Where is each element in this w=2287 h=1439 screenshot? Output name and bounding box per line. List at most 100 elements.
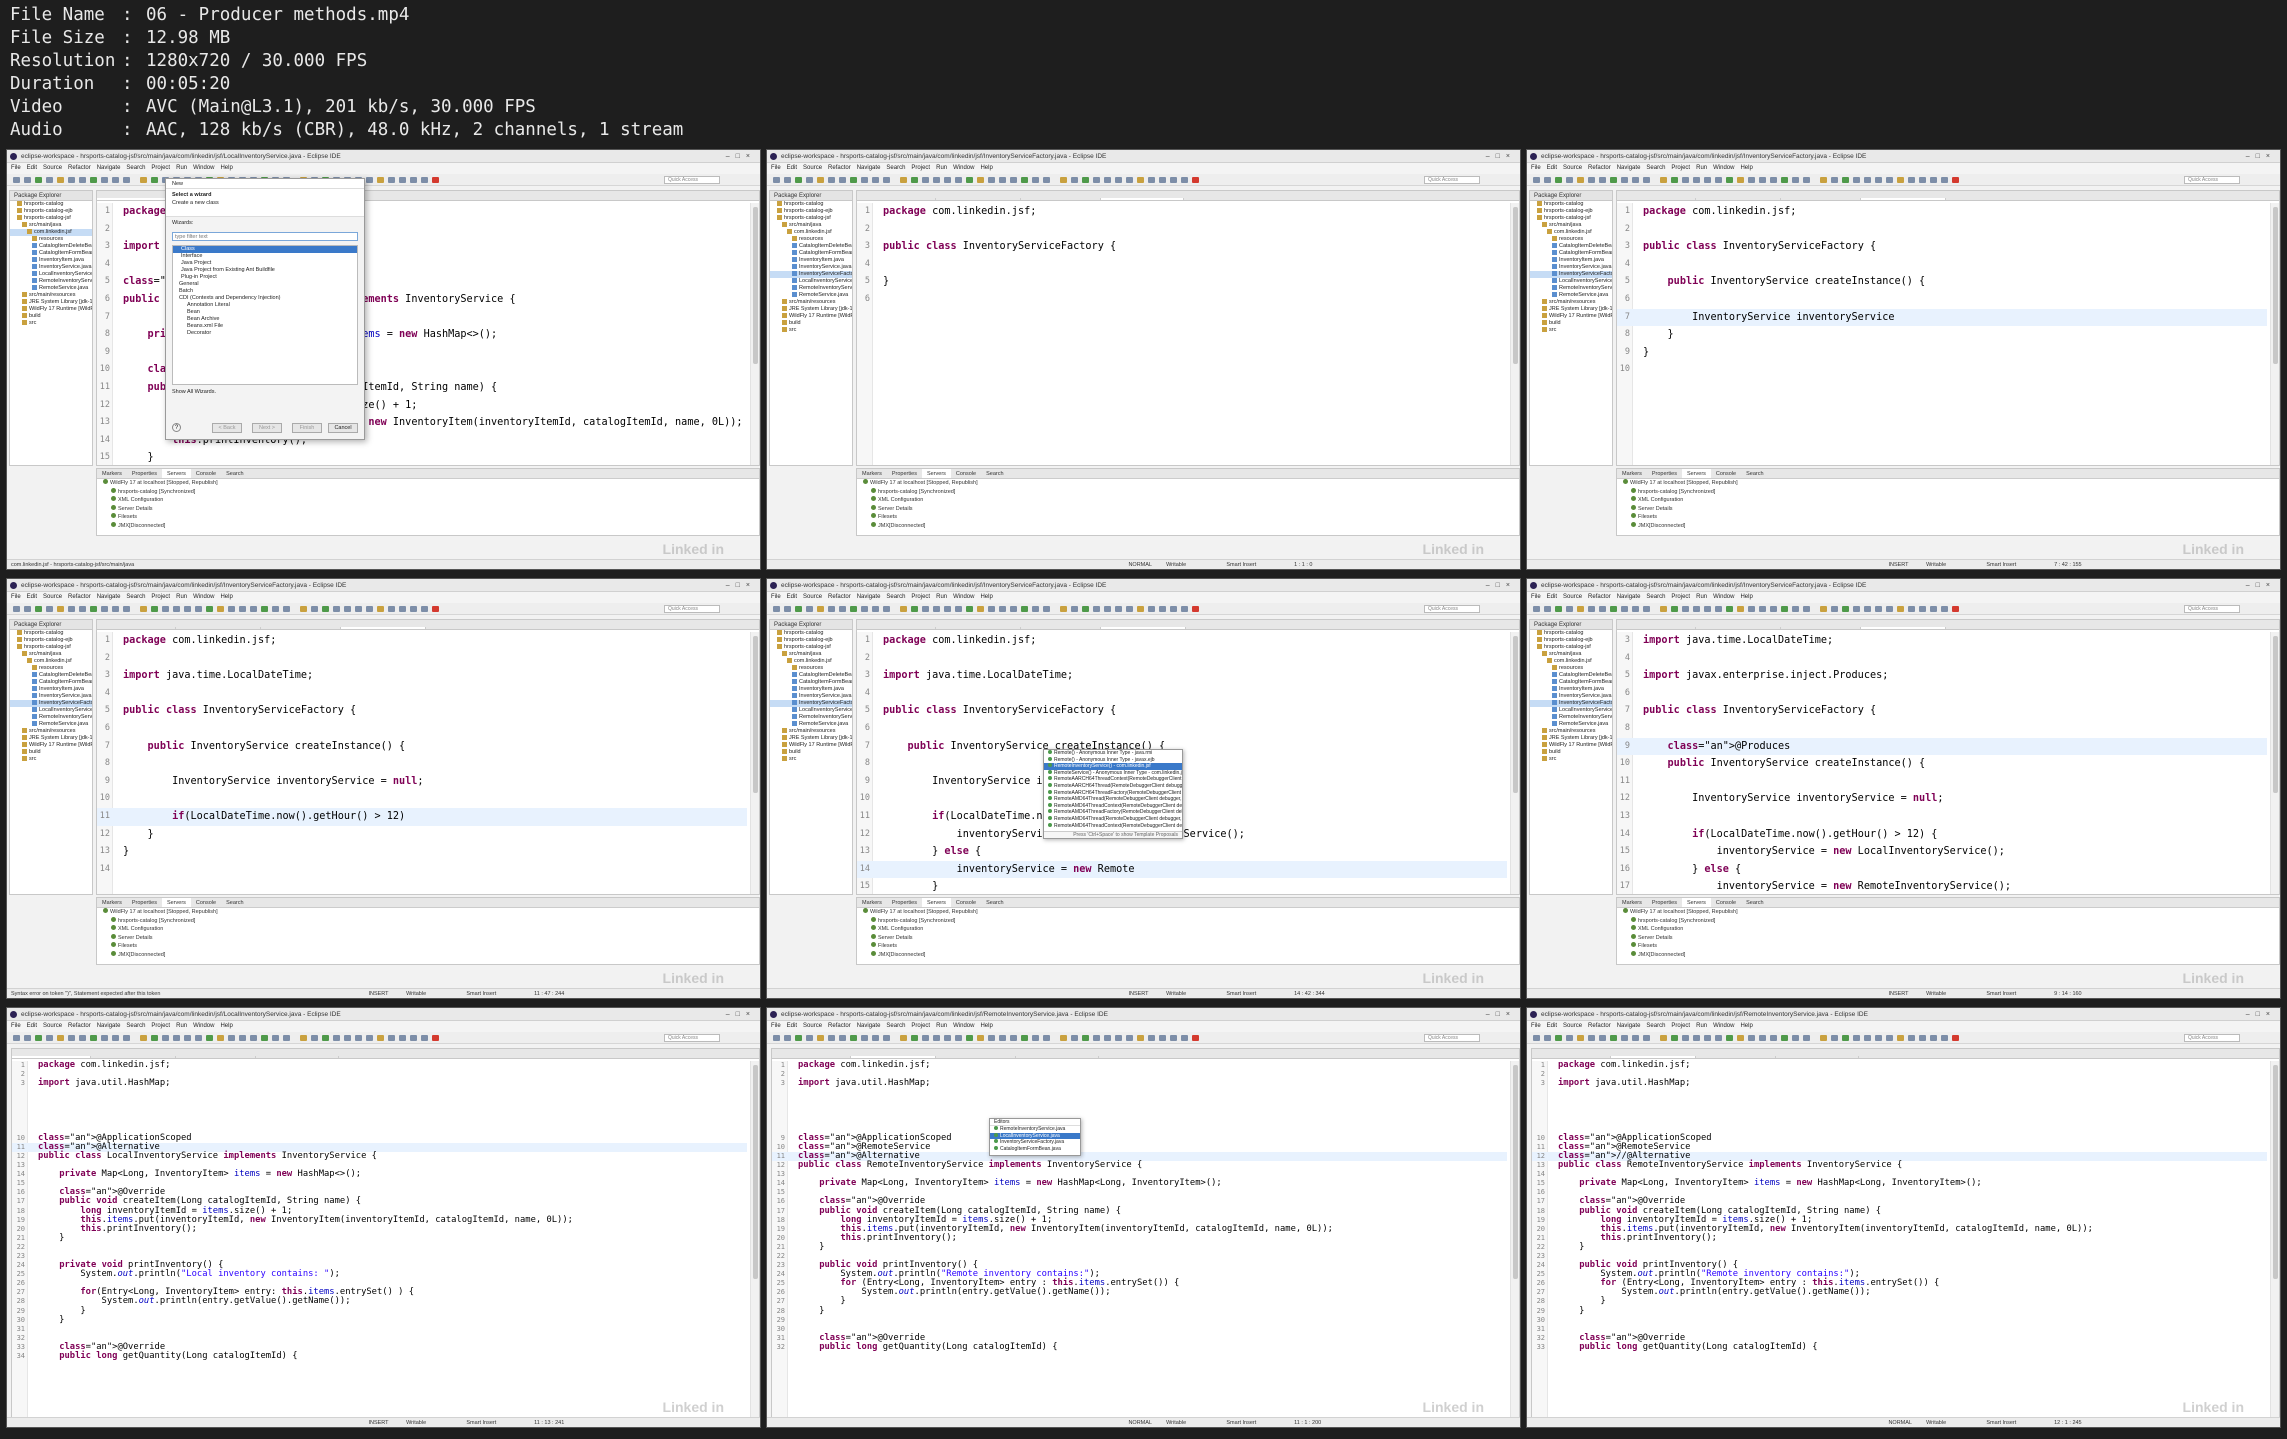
toolbar-icon[interactable] (90, 1035, 97, 1041)
toolbar-icon[interactable] (206, 606, 213, 612)
menu-item-navigate[interactable]: Navigate (97, 165, 121, 171)
toolbar-icon[interactable] (828, 606, 835, 612)
toolbar-icon[interactable] (1792, 177, 1799, 183)
panel-tab-console[interactable]: Console (191, 898, 221, 907)
toolbar-icon[interactable] (773, 606, 780, 612)
toolbar-icon[interactable] (1671, 177, 1678, 183)
toolbar-icon[interactable] (900, 177, 907, 183)
completion-proposal[interactable]: Remote() - Anonymous Inner Type - javax.… (1044, 757, 1182, 764)
toolbar-icon[interactable] (1803, 606, 1810, 612)
menu-item-navigate[interactable]: Navigate (1617, 1023, 1641, 1029)
menu-item-edit[interactable]: Edit (1547, 165, 1557, 171)
toolbar-icon[interactable] (1853, 177, 1860, 183)
toolbar-icon[interactable] (1588, 177, 1595, 183)
toolbar-icon[interactable] (1021, 177, 1028, 183)
scrollbar-thumb[interactable] (1513, 1065, 1518, 1279)
explorer-tree-item[interactable]: src/main/resources (10, 728, 92, 735)
explorer-tree-item[interactable]: RemoteInventoryService.java (1530, 714, 1612, 721)
toolbar-icon[interactable] (68, 606, 75, 612)
toolbar-icon[interactable] (988, 177, 995, 183)
toolbar-icon[interactable] (1071, 1035, 1078, 1041)
toolbar-icon[interactable] (1831, 1035, 1838, 1041)
editor-scrollbar[interactable] (2270, 1061, 2279, 1417)
editor-tab[interactable]: InventoryServiceFactory.java (1776, 1056, 1860, 1058)
toolbar-icon[interactable] (195, 1035, 202, 1041)
menu-item-edit[interactable]: Edit (27, 165, 37, 171)
toolbar-icon[interactable] (13, 177, 20, 183)
scrollbar-thumb[interactable] (2273, 207, 2278, 365)
toolbar-icon[interactable] (966, 606, 973, 612)
menu-item-file[interactable]: File (771, 594, 781, 600)
menu-item-project[interactable]: Project (151, 594, 170, 600)
toolbar-icon[interactable] (300, 606, 307, 612)
panel-tab-console[interactable]: Console (191, 469, 221, 478)
explorer-tree-item[interactable]: JRE System Library [jdk-11.0.4] (10, 735, 92, 742)
toolbar-icon[interactable] (1781, 606, 1788, 612)
toolbar-icon[interactable] (217, 1035, 224, 1041)
editor-tab[interactable]: LocalInventoryService.java (857, 627, 936, 629)
toolbar-icon[interactable] (1533, 1035, 1540, 1041)
toolbar-icon[interactable] (195, 606, 202, 612)
server-tree-item[interactable]: Filesets (97, 942, 759, 951)
explorer-tree-item[interactable]: com.linkedin.jsf (10, 229, 92, 236)
explorer-tree-item[interactable]: RemoteInventoryService.java (770, 714, 852, 721)
toolbar-icon[interactable] (366, 606, 373, 612)
toolbar-icon[interactable] (1032, 1035, 1039, 1041)
toolbar-icon[interactable] (1748, 1035, 1755, 1041)
menu-item-help[interactable]: Help (1740, 594, 1752, 600)
toolbar-icon[interactable] (1577, 606, 1584, 612)
toolbar-icon[interactable] (1770, 606, 1777, 612)
explorer-tree-item[interactable]: CatalogItemDeleteBean.java (1530, 672, 1612, 679)
menu-item-source[interactable]: Source (43, 594, 62, 600)
toolbar-icon[interactable] (1941, 1035, 1948, 1041)
toolbar-icon[interactable] (1599, 606, 1606, 612)
toolbar-icon[interactable] (1886, 177, 1893, 183)
editor-tab[interactable]: CatalogItemFormBean.java (1021, 627, 1101, 629)
panel-tab-markers[interactable]: Markers (1617, 898, 1647, 907)
toolbar-icon[interactable] (399, 177, 406, 183)
toolbar-icon[interactable] (1875, 606, 1882, 612)
menu-item-window[interactable]: Window (953, 594, 974, 600)
toolbar-icon[interactable] (944, 1035, 951, 1041)
toolbar-icon[interactable] (1864, 177, 1871, 183)
completion-proposal[interactable]: RemoteAARCH64Thread(RemoteDebuggerClient… (1044, 783, 1182, 790)
toolbar-icon[interactable] (1886, 606, 1893, 612)
toolbar-icon[interactable] (1897, 606, 1904, 612)
menu-item-search[interactable]: Search (126, 594, 145, 600)
menu-item-edit[interactable]: Edit (787, 594, 797, 600)
toolbar-icon[interactable] (1621, 606, 1628, 612)
toolbar-icon[interactable] (1043, 606, 1050, 612)
explorer-tree-item[interactable]: CatalogItemFormBean.java (10, 679, 92, 686)
toolbar-icon[interactable] (1715, 177, 1722, 183)
toolbar-icon[interactable] (1159, 177, 1166, 183)
toolbar-icon[interactable] (35, 177, 42, 183)
toolbar-icon[interactable] (1875, 177, 1882, 183)
menu-item-refactor[interactable]: Refactor (828, 1023, 851, 1029)
wizard-list-item[interactable]: CDI (Contexts and Dependency Injection) (173, 295, 357, 302)
panel-tab-search[interactable]: Search (1741, 898, 1768, 907)
explorer-tree-item[interactable]: CatalogItemFormBean.java (10, 250, 92, 257)
toolbar-icon[interactable] (1660, 1035, 1667, 1041)
toolbar-icon[interactable] (1632, 606, 1639, 612)
toolbar-icon[interactable] (911, 177, 918, 183)
toolbar-icon[interactable] (1726, 177, 1733, 183)
toolbar-icon[interactable] (1192, 177, 1199, 183)
window-controls[interactable]: –□× (726, 579, 756, 591)
menu-item-refactor[interactable]: Refactor (828, 594, 851, 600)
menu-item-edit[interactable]: Edit (27, 594, 37, 600)
toolbar-icon[interactable] (1610, 606, 1617, 612)
explorer-tree-item[interactable]: CatalogItemDeleteBean.java (770, 243, 852, 250)
toolbar-icon[interactable] (1032, 606, 1039, 612)
toolbar-icon[interactable] (1533, 606, 1540, 612)
explorer-tree-item[interactable]: src/main/resources (770, 728, 852, 735)
toolbar-icon[interactable] (955, 606, 962, 612)
explorer-tree-item[interactable]: JRE System Library [jdk-11.0.4] (770, 306, 852, 313)
toolbar-icon[interactable] (1104, 1035, 1111, 1041)
toolbar-icon[interactable] (377, 177, 384, 183)
toolbar-icon[interactable] (1831, 177, 1838, 183)
toolbar-icon[interactable] (872, 606, 879, 612)
quick-access-input[interactable]: Quick Access (2184, 176, 2240, 184)
toolbar-icon[interactable] (1544, 1035, 1551, 1041)
explorer-tree-item[interactable]: hrsports-catalog-ejb (1530, 208, 1612, 215)
explorer-tree-item[interactable]: src (10, 320, 92, 327)
